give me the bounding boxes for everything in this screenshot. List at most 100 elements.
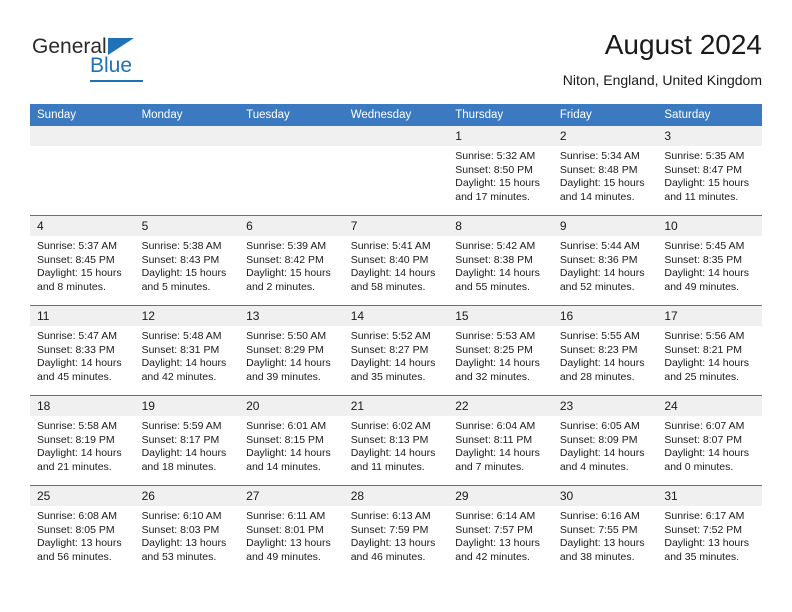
daylight-text-line2: and 2 minutes. [246,280,316,293]
calendar-day-cell[interactable]: 28 Sunrise: 6:13 AM Sunset: 7:59 PM Dayligh… [343,485,449,575]
day-details: Sunrise: 5:59 AM Sunset: 8:17 PM Daylight:… [135,416,240,474]
day-details: Sunrise: 5:38 AM Sunset: 8:43 PM Daylight:… [135,236,240,294]
day-number: 12 [134,306,240,326]
daylight-text-line1: Daylight: 13 hours [37,537,122,549]
day-number: 29 [448,486,553,506]
sunrise-text: Sunrise: 5:48 AM [141,330,222,342]
calendar-cell-empty [239,126,344,216]
calendar-day-cell[interactable]: 7 Sunrise: 5:41 AM Sunset: 8:40 PM Daylight… [343,215,449,306]
calendar-day-cell[interactable]: 1 Sunrise: 5:32 AM Sunset: 8:50 PM Daylight… [448,126,553,216]
calendar-grid: Sunday Monday Tuesday Wednesday Thursday… [30,104,762,575]
daylight-text-line2: and 8 minutes. [37,280,106,293]
sunrise-text: Sunrise: 6:05 AM [559,420,640,432]
calendar-day-cell[interactable]: 10 Sunrise: 5:45 AM Sunset: 8:35 PM Dayligh… [657,215,762,306]
sunset-text: Sunset: 8:23 PM [559,343,638,356]
sunset-text: Sunset: 8:40 PM [350,253,429,266]
day-number: 10 [657,216,762,236]
sunset-text: Sunset: 8:07 PM [664,433,743,446]
calendar-day-cell[interactable]: 26 Sunrise: 6:10 AM Sunset: 8:03 PM Dayligh… [134,485,240,575]
daylight-text-line2: and 42 minutes. [455,550,530,563]
day-details: Sunrise: 5:48 AM Sunset: 8:31 PM Daylight:… [135,326,240,384]
calendar-day-cell[interactable]: 29 Sunrise: 6:14 AM Sunset: 7:57 PM Dayligh… [448,485,553,575]
calendar-day-cell[interactable]: 18 Sunrise: 5:58 AM Sunset: 8:19 PM Dayligh… [30,395,135,486]
sunrise-text: Sunrise: 5:38 AM [141,240,222,252]
title-block: August 2024 Niton, England, United Kingd… [563,28,762,90]
day-number: 23 [552,396,658,416]
calendar-day-cell[interactable]: 27 Sunrise: 6:11 AM Sunset: 8:01 PM Dayligh… [239,485,344,575]
sunrise-text: Sunrise: 6:14 AM [455,510,536,522]
day-number [30,126,135,146]
day-number: 21 [343,396,449,416]
day-details: Sunrise: 5:53 AM Sunset: 8:25 PM Daylight:… [448,326,553,384]
calendar-day-cell[interactable]: 16 Sunrise: 5:55 AM Sunset: 8:23 PM Dayligh… [552,305,658,396]
calendar-day-cell[interactable]: 22 Sunrise: 6:04 AM Sunset: 8:11 PM Dayligh… [448,395,553,486]
sunrise-text: Sunrise: 6:11 AM [246,510,326,522]
day-details: Sunrise: 5:50 AM Sunset: 8:29 PM Daylight:… [239,326,344,384]
daylight-text-line2: and 56 minutes. [37,550,112,563]
sunset-text: Sunset: 8:09 PM [559,433,638,446]
sunset-text: Sunset: 7:55 PM [559,523,638,536]
sunset-text: Sunset: 8:03 PM [141,523,220,536]
sunset-text: Sunset: 8:35 PM [664,253,743,266]
sunset-text: Sunset: 8:48 PM [559,163,638,176]
daylight-text-line1: Daylight: 14 hours [141,447,227,459]
calendar-day-cell[interactable]: 23 Sunrise: 6:05 AM Sunset: 8:09 PM Dayligh… [552,395,658,486]
daylight-text-line1: Daylight: 15 hours [559,177,645,189]
daylight-text-line2: and 18 minutes. [141,460,217,473]
calendar-day-cell[interactable]: 8 Sunrise: 5:42 AM Sunset: 8:38 PM Daylight… [448,215,553,306]
calendar-day-cell[interactable]: 13 Sunrise: 5:50 AM Sunset: 8:29 PM Dayligh… [239,305,344,396]
day-details: Sunrise: 5:42 AM Sunset: 8:38 PM Daylight:… [448,236,553,294]
daylight-text-line2: and 58 minutes. [350,280,426,293]
calendar-day-cell[interactable]: 12 Sunrise: 5:48 AM Sunset: 8:31 PM Dayligh… [134,305,240,396]
daylight-text-line1: Daylight: 14 hours [664,267,750,279]
daylight-text-line2: and 39 minutes. [246,370,321,383]
daylight-text-line1: Daylight: 14 hours [559,267,645,279]
daylight-text-line1: Daylight: 14 hours [455,447,540,459]
sunrise-text: Sunrise: 5:39 AM [246,240,327,252]
calendar-day-cell[interactable]: 25 Sunrise: 6:08 AM Sunset: 8:05 PM Dayligh… [30,485,135,575]
day-number: 4 [30,216,135,236]
triangle-icon [108,38,134,55]
daylight-text-line2: and 14 minutes. [246,460,321,473]
sunrise-text: Sunrise: 5:52 AM [350,330,431,342]
day-details [135,146,240,150]
sunset-text: Sunset: 8:29 PM [246,343,324,356]
daylight-text-line2: and 42 minutes. [141,370,217,383]
daylight-text-line1: Daylight: 13 hours [559,537,645,549]
daylight-text-line1: Daylight: 14 hours [350,267,436,279]
calendar-day-cell[interactable]: 3 Sunrise: 5:35 AM Sunset: 8:47 PM Daylight… [657,126,762,216]
day-number: 26 [134,486,240,506]
sunset-text: Sunset: 8:27 PM [350,343,429,356]
weekday-header-tuesday: Tuesday [239,104,344,126]
calendar-day-cell[interactable]: 4 Sunrise: 5:37 AM Sunset: 8:45 PM Daylight… [30,215,135,306]
calendar-day-cell[interactable]: 6 Sunrise: 5:39 AM Sunset: 8:42 PM Daylight… [239,215,344,306]
calendar-day-cell[interactable]: 11 Sunrise: 5:47 AM Sunset: 8:33 PM Dayligh… [30,305,135,396]
sunrise-text: Sunrise: 6:02 AM [350,420,431,432]
calendar-day-cell[interactable]: 14 Sunrise: 5:52 AM Sunset: 8:27 PM Dayligh… [343,305,449,396]
calendar-day-cell[interactable]: 30 Sunrise: 6:16 AM Sunset: 7:55 PM Dayligh… [552,485,658,575]
calendar-day-cell[interactable]: 20 Sunrise: 6:01 AM Sunset: 8:15 PM Dayligh… [239,395,344,486]
daylight-text-line2: and 11 minutes. [350,460,425,473]
calendar-day-cell[interactable]: 15 Sunrise: 5:53 AM Sunset: 8:25 PM Dayligh… [448,305,553,396]
calendar-day-cell[interactable]: 24 Sunrise: 6:07 AM Sunset: 8:07 PM Dayligh… [657,395,762,486]
calendar-day-cell[interactable]: 17 Sunrise: 5:56 AM Sunset: 8:21 PM Dayligh… [657,305,762,396]
day-details: Sunrise: 6:08 AM Sunset: 8:05 PM Daylight:… [30,506,135,564]
sunrise-text: Sunrise: 5:35 AM [664,150,745,162]
day-details: Sunrise: 5:55 AM Sunset: 8:23 PM Daylight:… [553,326,658,384]
sunset-text: Sunset: 7:57 PM [455,523,533,536]
sunset-text: Sunset: 8:42 PM [246,253,324,266]
weekday-header-thursday: Thursday [448,104,553,126]
sunrise-text: Sunrise: 5:44 AM [559,240,640,252]
sunrise-text: Sunrise: 6:13 AM [350,510,431,522]
calendar-day-cell[interactable]: 31 Sunrise: 6:17 AM Sunset: 7:52 PM Dayligh… [657,485,762,575]
day-details: Sunrise: 5:47 AM Sunset: 8:33 PM Daylight:… [30,326,135,384]
calendar-day-cell[interactable]: 9 Sunrise: 5:44 AM Sunset: 8:36 PM Daylight… [552,215,658,306]
calendar-day-cell[interactable]: 21 Sunrise: 6:02 AM Sunset: 8:13 PM Dayligh… [343,395,449,486]
daylight-text-line2: and 49 minutes. [246,550,321,563]
calendar-day-cell[interactable]: 5 Sunrise: 5:38 AM Sunset: 8:43 PM Daylight… [134,215,240,306]
daylight-text-line1: Daylight: 15 hours [141,267,227,279]
sunrise-text: Sunrise: 5:32 AM [455,150,536,162]
calendar-day-cell[interactable]: 2 Sunrise: 5:34 AM Sunset: 8:48 PM Daylight… [552,126,658,216]
calendar-day-cell[interactable]: 19 Sunrise: 5:59 AM Sunset: 8:17 PM Dayligh… [134,395,240,486]
sunrise-text: Sunrise: 6:08 AM [37,510,117,522]
